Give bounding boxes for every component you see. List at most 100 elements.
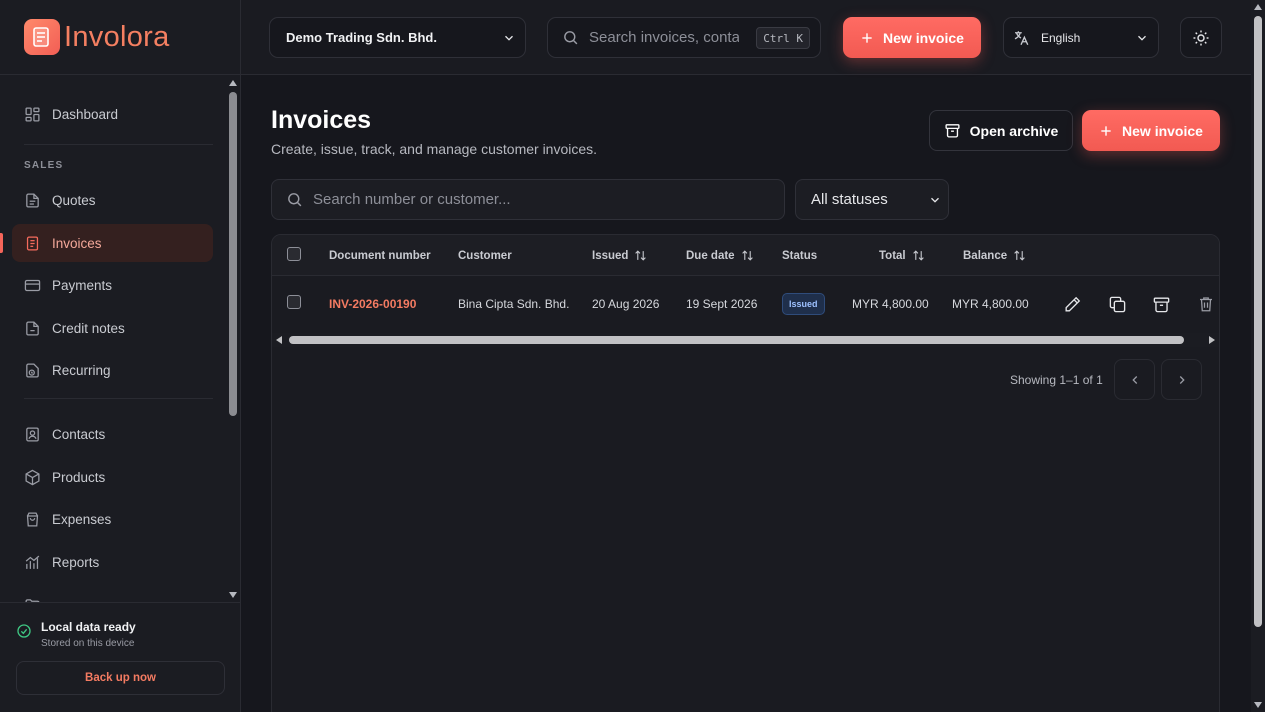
table-horizontal-scrollbar[interactable]	[272, 333, 1219, 347]
status-title: Local data ready	[41, 620, 136, 634]
column-status[interactable]: Status	[782, 235, 817, 276]
sidebar-item-projects[interactable]	[12, 586, 213, 602]
chevron-down-icon	[928, 193, 942, 207]
theme-toggle-button[interactable]	[1180, 17, 1222, 58]
box-icon	[24, 469, 41, 486]
sidebar-item-label: Expenses	[52, 511, 112, 527]
total-cell: MYR 4,800.00	[852, 297, 929, 311]
table-scrollbar-thumb[interactable]	[289, 336, 1184, 344]
top-bar: Demo Trading Sdn. Bhd. Ctrl K New invoic…	[241, 0, 1251, 75]
invoices-table: Document number Customer Issued Due date…	[271, 234, 1220, 712]
search-icon	[286, 191, 303, 208]
column-customer[interactable]: Customer	[458, 235, 512, 276]
chevron-down-icon	[1135, 31, 1149, 45]
page-scrollbar[interactable]	[1251, 0, 1265, 712]
sidebar-scrollbar[interactable]	[226, 76, 240, 602]
sidebar-item-invoices[interactable]: Invoices	[12, 224, 213, 262]
previous-page-button[interactable]	[1114, 359, 1155, 400]
brand[interactable]: Involora	[0, 0, 240, 75]
sidebar-nav: Dashboard SALES Quotes Invoices Payments	[0, 76, 226, 602]
select-all-checkbox[interactable]	[287, 247, 301, 261]
table-row[interactable]: INV-2026-00190 Bina Cipta Sdn. Bhd. 20 A…	[272, 277, 1219, 331]
check-circle-icon	[16, 623, 32, 639]
page-scrollbar-thumb[interactable]	[1254, 16, 1262, 627]
company-select[interactable]: Demo Trading Sdn. Bhd.	[269, 17, 526, 58]
edit-button[interactable]	[1060, 277, 1084, 331]
column-due-date[interactable]: Due date	[686, 235, 754, 276]
column-issued[interactable]: Issued	[592, 235, 647, 276]
search-icon	[562, 29, 579, 46]
status-filter-select[interactable]: All statuses	[795, 179, 949, 220]
nav-divider	[24, 398, 213, 399]
next-page-button[interactable]	[1161, 359, 1202, 400]
sort-icon	[634, 249, 647, 262]
new-invoice-button-top[interactable]: New invoice	[843, 17, 981, 58]
column-label: Issued	[592, 249, 629, 262]
invoice-search[interactable]	[271, 179, 785, 220]
sidebar-item-label: Credit notes	[52, 320, 125, 336]
sort-icon	[1013, 249, 1026, 262]
sidebar: Involora Dashboard SALES Quotes Invoices	[0, 0, 241, 712]
sidebar-scrollbar-thumb[interactable]	[229, 92, 237, 416]
open-archive-button[interactable]: Open archive	[929, 110, 1073, 151]
global-search[interactable]: Ctrl K	[547, 17, 821, 58]
sidebar-item-label: Invoices	[52, 235, 102, 251]
sidebar-item-label: Quotes	[52, 192, 96, 208]
sidebar-item-label: Products	[52, 469, 106, 485]
pagination-summary: Showing 1–1 of 1	[1010, 373, 1103, 387]
archive-button[interactable]	[1149, 277, 1173, 331]
pencil-icon	[1063, 295, 1082, 314]
open-archive-label: Open archive	[969, 122, 1059, 139]
sidebar-item-contacts[interactable]: Contacts	[12, 415, 213, 453]
sidebar-footer: Local data ready Stored on this device B…	[0, 602, 240, 712]
new-invoice-label: New invoice	[1122, 122, 1203, 139]
sidebar-item-label: Reports	[52, 554, 100, 570]
duplicate-button[interactable]	[1105, 277, 1129, 331]
status-cell: Issued	[782, 277, 825, 331]
credit-note-icon	[24, 320, 41, 337]
invoice-icon	[24, 235, 41, 252]
chevron-right-icon	[1175, 373, 1189, 387]
column-label: Customer	[458, 249, 512, 262]
sidebar-item-credit-notes[interactable]: Credit notes	[12, 309, 213, 347]
language-select[interactable]: English	[1003, 17, 1159, 58]
invoice-number-link[interactable]: INV-2026-00190	[329, 277, 416, 331]
plus-icon	[1099, 124, 1113, 138]
sidebar-item-dashboard[interactable]: Dashboard	[12, 95, 213, 133]
due-date-cell: 19 Sept 2026	[686, 297, 758, 311]
search-shortcut: Ctrl K	[756, 27, 810, 49]
sidebar-item-reports[interactable]: Reports	[12, 543, 213, 581]
delete-button[interactable]	[1194, 277, 1218, 331]
dashboard-icon	[24, 106, 41, 123]
translate-icon	[1012, 29, 1030, 47]
nav-divider	[24, 144, 213, 145]
language-label: English	[1041, 30, 1081, 45]
column-balance[interactable]: Balance	[963, 235, 1026, 276]
sidebar-item-recurring[interactable]: Recurring	[12, 351, 213, 389]
logo-icon	[24, 19, 60, 55]
column-document-number[interactable]: Document number	[329, 235, 431, 276]
column-label: Total	[879, 249, 906, 262]
backup-button[interactable]: Back up now	[16, 661, 225, 695]
row-checkbox[interactable]	[287, 295, 301, 309]
sidebar-item-payments[interactable]: Payments	[12, 266, 213, 304]
status-filter-value: All statuses	[811, 191, 888, 208]
local-data-status: Local data ready Stored on this device	[16, 620, 136, 649]
page-title: Invoices	[271, 106, 372, 134]
sidebar-item-quotes[interactable]: Quotes	[12, 181, 213, 219]
archive-icon	[944, 122, 961, 139]
column-label: Document number	[329, 249, 431, 262]
trash-icon	[1197, 295, 1215, 313]
sidebar-item-label: Recurring	[52, 362, 111, 378]
customer-cell: Bina Cipta Sdn. Bhd.	[458, 297, 570, 311]
sidebar-item-products[interactable]: Products	[12, 458, 213, 496]
global-search-input[interactable]	[589, 29, 739, 46]
column-label: Due date	[686, 249, 735, 262]
new-invoice-button[interactable]: New invoice	[1082, 110, 1220, 151]
sidebar-item-expenses[interactable]: Expenses	[12, 500, 213, 538]
chart-icon	[24, 554, 41, 571]
page-subtitle: Create, issue, track, and manage custome…	[271, 141, 598, 157]
chevron-left-icon	[1128, 373, 1142, 387]
column-total[interactable]: Total	[879, 235, 925, 276]
invoice-search-input[interactable]	[313, 191, 753, 208]
